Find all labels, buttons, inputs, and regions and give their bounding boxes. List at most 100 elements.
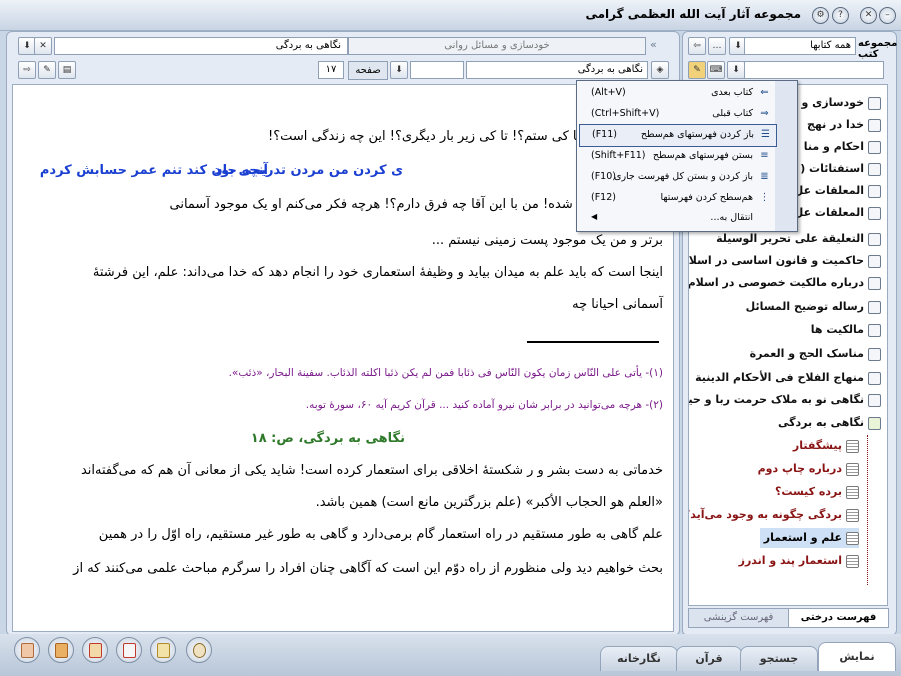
export-button[interactable] [116,637,142,663]
tree-child[interactable]: برده کیست؟ [775,482,859,502]
search-box[interactable] [410,61,464,79]
text-line: «العلم هو الحجاب الأکبر» (علم بزرگترین م… [315,495,663,510]
layout-icon [157,643,170,658]
expand-level-icon: ☰ [761,129,770,140]
settings-icon[interactable]: ⚙ [812,7,829,24]
book-icon [868,206,881,220]
page-icon [846,531,859,545]
print-button[interactable] [14,637,40,663]
menu-item-prev-book[interactable]: ⇒ کتاب قبلی (Ctrl+Shift+V) [579,104,775,125]
go-forward-icon[interactable]: ⇨ [18,61,36,79]
align-level-icon: ⋮ [759,192,770,203]
text-line: آسمانی احیانا چه [572,297,663,312]
tree-child[interactable]: درباره چاپ دوم [758,459,859,479]
page-dropdown-icon[interactable]: ⬇ [390,61,408,79]
tab-quran[interactable]: قرآن [676,646,742,671]
book-icon [868,371,881,385]
tag-icon[interactable]: ◈ [651,61,669,79]
text-line: برتر و من یک موجود پست زمینی نیستم ... [431,233,663,248]
books-button[interactable] [48,637,74,663]
keyboard-icon[interactable]: ⌨ [707,61,725,79]
title-bar: ✕ – ? ⚙ مجموعه آثار آیت الله العظمی گرام… [0,0,901,31]
go-left-icon[interactable]: ⇦ [688,37,706,55]
footnote-divider [527,341,659,343]
tree-node[interactable]: خدا در نهج [807,115,881,135]
menu-item-next-book[interactable]: ⇐ کتاب بعدی (Alt+V) [579,83,775,104]
menu-item-align-level[interactable]: ⋮ هم‌سطح کردن فهرستها (F12) [579,188,775,209]
book-icon [868,118,881,132]
nav-back-icon[interactable]: « [650,38,657,51]
tree-child[interactable]: پیشگفتار [793,436,859,456]
book-icon [868,300,881,314]
page-number-input[interactable]: ۱۷ [318,61,344,79]
page-icon [846,439,859,453]
search-icon[interactable]: ✎ [688,61,706,79]
tree-node[interactable]: مناسک الحج و العمرة [750,344,881,364]
collapse-level-icon: ≡ [760,150,769,161]
text-line: بحث خواهیم دید ولی منظورم از راه دوّم ای… [73,561,663,576]
tree-connector [867,435,869,585]
tree-node[interactable]: درباره مالکیت خصوصی در اسلام [689,273,881,293]
export-icon [123,643,136,658]
tree-node[interactable]: مالکیت ها [811,320,881,340]
menu-item-collapse-level[interactable]: ≡ بستن فهرستهای هم‌سطح (Shift+F11) [579,146,775,167]
window-title: مجموعه آثار آیت الله العظمی گرامی [585,7,801,21]
tab-selective-index[interactable]: فهرست گزینشی [688,608,789,628]
tab-display[interactable]: نمایش [818,642,896,671]
text-line: اینجا است که باید علم به میدان بیاید و و… [92,265,663,280]
filter-arrow-icon[interactable]: ⬇ [727,61,745,79]
open-book-icon [868,416,881,430]
book-icon [868,140,881,154]
page-heading: نگاهی به بردگی، ص: ۱۸ [250,431,405,446]
tree-node[interactable]: منهاج الفلاح فی الأحکام الدینیة [695,368,881,388]
more-icon[interactable]: … [708,37,726,55]
close-icon[interactable]: ✕ [860,7,877,24]
book-icon [868,393,881,407]
books-combo[interactable]: همه کتابها [744,37,856,55]
books-label: مجموعه کتب [858,38,898,60]
tree-node[interactable]: خودسازی و [802,93,881,113]
print-icon [21,643,34,658]
submenu-arrow-icon: ◀ [591,212,598,221]
tree-child[interactable]: بردگی چگونه به وجود می‌آید؟ [689,505,859,525]
poem-hemistich: آنچه جان کند تنم عمر حسابش کردم [39,163,268,178]
menu-item-move-to[interactable]: انتقال به... ◀ [579,208,775,229]
tree-node-open[interactable]: نگاهی به بردگی [778,413,881,433]
text-line: علم گاهی به طور مستقیم در راه استعمار گا… [98,527,663,542]
prev-book-icon: ⇒ [760,108,769,119]
book-icon [868,162,881,176]
tree-node[interactable]: المعلقات عل [794,203,881,223]
tab-tree-index[interactable]: فهرست درختی [788,608,889,628]
close-tab-icon[interactable]: ✕ [34,37,52,55]
minimize-icon[interactable]: – [879,7,896,24]
book-icon [868,347,881,361]
tree-node[interactable]: رساله توضیح المسائل [746,297,881,317]
tree-node[interactable]: المعلقات عل [794,181,881,201]
bookmark-icon[interactable]: ▤ [58,61,76,79]
tree-node[interactable]: احکام و منا [804,137,881,157]
tab-gallery[interactable]: نگارخانه [600,646,678,671]
book-tab[interactable]: نگاهی به بردگی [54,37,348,55]
layout-button[interactable] [150,637,176,663]
tree-node[interactable]: نگاهی نو به ملاک حرمت ربا و حیل [689,390,881,410]
tree-child-selected[interactable]: علم و استعمار [759,528,859,548]
tree-node[interactable]: حاکمیت و قانون اساسی در اسلام [689,251,881,271]
note-button[interactable] [82,637,108,663]
footnote: (۱)- یأتی علی النّاس زمان یکون النّاس فی… [228,367,663,379]
text-line: خدماتی به دست بشر و ر شکستهٔ اخلاقی برای… [80,463,663,478]
filter-input[interactable] [744,61,884,79]
footnote: (۲)- هرچه می‌توانید در برابر شان نیرو آم… [305,399,663,411]
path-field[interactable]: نگاهی به بردگی [466,61,648,79]
books-icon [55,643,68,658]
tree-child[interactable]: استعمار پند و اندرز [739,551,859,571]
tree-node[interactable]: التعلیقة علی تحریر الوسیلة [716,229,881,249]
zoom-button[interactable] [186,637,212,663]
context-menu: ⇐ کتاب بعدی (Alt+V) ⇒ کتاب قبلی (Ctrl+Shift+… [576,80,798,232]
tools-icon[interactable]: ✎ [38,61,56,79]
tab-search[interactable]: جستجو [740,646,818,671]
menu-item-toggle-all[interactable]: ≣ باز کردن و بستن کل فهرست جاری (F10) [579,167,775,188]
help-icon[interactable]: ? [832,7,849,24]
section-tab[interactable]: خودسازی و مسائل روانی [348,37,646,55]
tree-node[interactable]: استفتائات ( [800,159,881,179]
menu-item-expand-level[interactable]: ☰ باز کردن فهرستهای هم‌سطح (F11) [579,124,777,147]
